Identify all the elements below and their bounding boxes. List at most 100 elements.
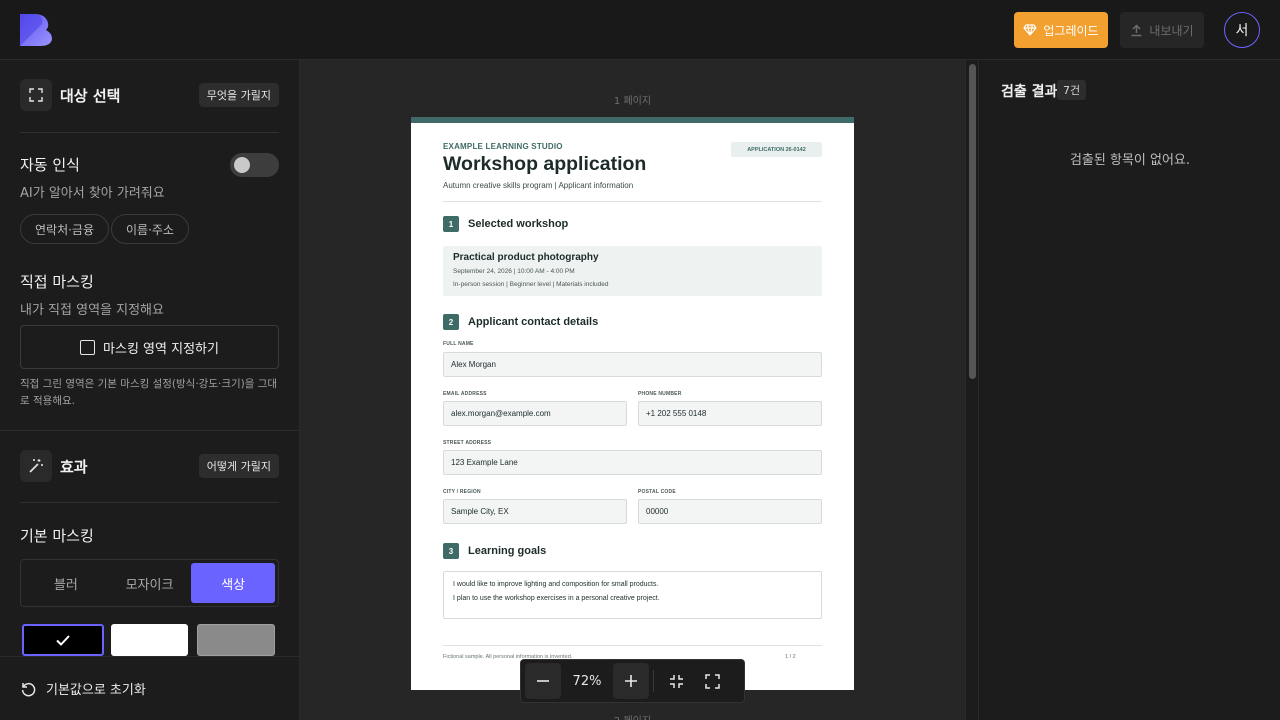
section-number: 3: [443, 543, 459, 559]
check-icon: [56, 634, 70, 646]
effects-section-header: 효과: [20, 450, 88, 482]
how-to-hide-button[interactable]: 어떻게 가릴지: [198, 454, 279, 478]
workshop-name: Practical product photography: [453, 252, 599, 263]
pill-name-address[interactable]: 이름·주소: [111, 214, 189, 244]
goal-line: I would like to improve lighting and com…: [453, 581, 659, 588]
zoom-toolbar: 72%: [520, 659, 745, 703]
section-title: Applicant contact details: [468, 316, 599, 328]
city-field: Sample City, EX: [443, 499, 627, 524]
draw-mask-area-button[interactable]: 마스킹 영역 지정하기: [20, 325, 279, 369]
minus-icon: [537, 680, 549, 682]
scrollbar-thumb[interactable]: [969, 64, 976, 379]
page-2-label: 2 페이지: [300, 712, 965, 720]
pill-contact-finance[interactable]: 연락처·금융: [20, 214, 110, 244]
workshop-card: Practical product photography September …: [443, 246, 822, 296]
page-1-label: 1 페이지: [613, 96, 652, 107]
doc-section-3: 3 Learning goals: [443, 543, 546, 559]
what-to-hide-button[interactable]: 무엇을 가릴지: [198, 83, 279, 107]
sidebar: 대상 선택 무엇을 가릴지 자동 인식 AI가 알아서 찾아 가려줘요 연락처·…: [0, 60, 300, 720]
section-number: 1: [443, 216, 459, 232]
email-field: alex.morgan@example.com: [443, 401, 627, 426]
target-icon-box: [20, 79, 52, 111]
street-field: 123 Example Lane: [443, 450, 822, 475]
workshop-details: In-person session | Beginner level | Mat…: [453, 281, 609, 288]
diamond-icon: [1023, 24, 1037, 36]
canvas-scrollbar[interactable]: [965, 60, 979, 720]
upgrade-button[interactable]: 업그레이드: [1014, 12, 1108, 48]
expand-icon: [704, 673, 720, 689]
learning-goals-text: I would like to improve lighting and com…: [443, 571, 822, 619]
section-separator: [0, 430, 299, 431]
app-logo[interactable]: [20, 14, 52, 46]
draw-mask-area-label: 마스킹 영역 지정하기: [103, 341, 219, 357]
toggle-knob: [234, 157, 250, 173]
swatch-black[interactable]: [22, 624, 104, 656]
effects-title: 효과: [60, 457, 88, 476]
email-label: EMAIL ADDRESS: [443, 391, 487, 397]
mode-mosaic[interactable]: 모자이크: [108, 563, 192, 603]
reset-defaults-button[interactable]: 기본값으로 초기화: [0, 656, 299, 720]
swatch-gray[interactable]: [197, 624, 275, 656]
upgrade-label: 업그레이드: [1043, 23, 1099, 38]
effects-icon-box: [20, 450, 52, 482]
zoom-separator: [653, 670, 654, 692]
export-label: 내보내기: [1149, 23, 1194, 38]
mode-blur[interactable]: 블러: [24, 563, 108, 603]
plus-icon: [625, 675, 637, 687]
basic-masking-title: 기본 마스킹: [20, 527, 94, 545]
divider: [20, 502, 279, 503]
upload-icon: [1131, 23, 1142, 36]
auto-detect-toggle[interactable]: [230, 153, 279, 177]
workshop-when: September 24, 2026 | 10:00 AM - 4:00 PM: [453, 268, 575, 275]
results-panel: 검출 결과 7건 검출된 항목이 없어요.: [980, 60, 1280, 720]
results-empty-message: 검출된 항목이 없어요.: [1069, 153, 1191, 168]
document-page[interactable]: EXAMPLE LEARNING STUDIO APPLICATION 26-0…: [411, 117, 854, 690]
divider: [20, 132, 279, 133]
manual-mask-title: 직접 마스킹: [20, 273, 94, 291]
street-label: STREET ADDRESS: [443, 440, 492, 446]
reset-label: 기본값으로 초기화: [46, 683, 146, 698]
manual-mask-subtitle: 내가 직접 영역을 지정해요: [20, 303, 164, 318]
phone-label: PHONE NUMBER: [638, 391, 682, 397]
postal-label: POSTAL CODE: [638, 489, 676, 495]
collapse-icon: [669, 674, 683, 688]
postal-field: 00000: [638, 499, 822, 524]
auto-detect-title: 자동 인식: [20, 156, 80, 174]
doc-section-1: 1 Selected workshop: [443, 216, 568, 232]
manual-mask-note: 직접 그린 영역은 기본 마스킹 설정(방식·강도·크기)을 그대로 적용해요.: [20, 378, 278, 407]
top-bar: 업그레이드 내보내기 서: [0, 0, 1280, 60]
full-name-field: Alex Morgan: [443, 352, 822, 377]
section-title: Learning goals: [468, 545, 547, 557]
mode-color[interactable]: 색상: [191, 563, 276, 603]
section-title: Selected workshop: [468, 218, 569, 230]
results-count-badge: 7건: [1057, 80, 1087, 100]
doc-footer-divider: [443, 645, 822, 646]
reset-icon: [21, 682, 36, 697]
masking-mode-selector: 블러 모자이크 색상: [20, 559, 279, 607]
doc-page-number: 1 / 2: [785, 654, 796, 660]
full-name-label: FULL NAME: [443, 341, 474, 347]
fit-to-page-button[interactable]: [658, 663, 694, 699]
zoom-level: 72%: [572, 673, 602, 689]
target-title: 대상 선택: [60, 86, 121, 105]
doc-application-number: APPLICATION 26-0142: [731, 142, 822, 157]
document-canvas[interactable]: 1 페이지 EXAMPLE LEARNING STUDIO APPLICATIO…: [300, 60, 965, 720]
doc-studio-name: EXAMPLE LEARNING STUDIO: [443, 142, 563, 151]
doc-subtitle: Autumn creative skills program | Applica…: [443, 181, 634, 190]
auto-detect-subtitle: AI가 알아서 찾아 가려줘요: [20, 186, 165, 201]
zoom-in-button[interactable]: [613, 663, 649, 699]
export-button[interactable]: 내보내기: [1120, 12, 1204, 48]
zoom-out-button[interactable]: [525, 663, 561, 699]
fullscreen-button[interactable]: [694, 663, 730, 699]
avatar[interactable]: 서: [1224, 12, 1260, 48]
magic-wand-icon: [29, 459, 43, 473]
square-icon: [80, 339, 96, 355]
doc-title: Workshop application: [443, 153, 647, 175]
focus-frame-icon: [29, 88, 43, 102]
phone-field: +1 202 555 0148: [638, 401, 822, 426]
doc-section-2: 2 Applicant contact details: [443, 314, 598, 330]
city-label: CITY / REGION: [443, 489, 481, 495]
swatch-white[interactable]: [111, 624, 188, 656]
section-number: 2: [443, 314, 459, 330]
doc-divider: [443, 201, 822, 202]
